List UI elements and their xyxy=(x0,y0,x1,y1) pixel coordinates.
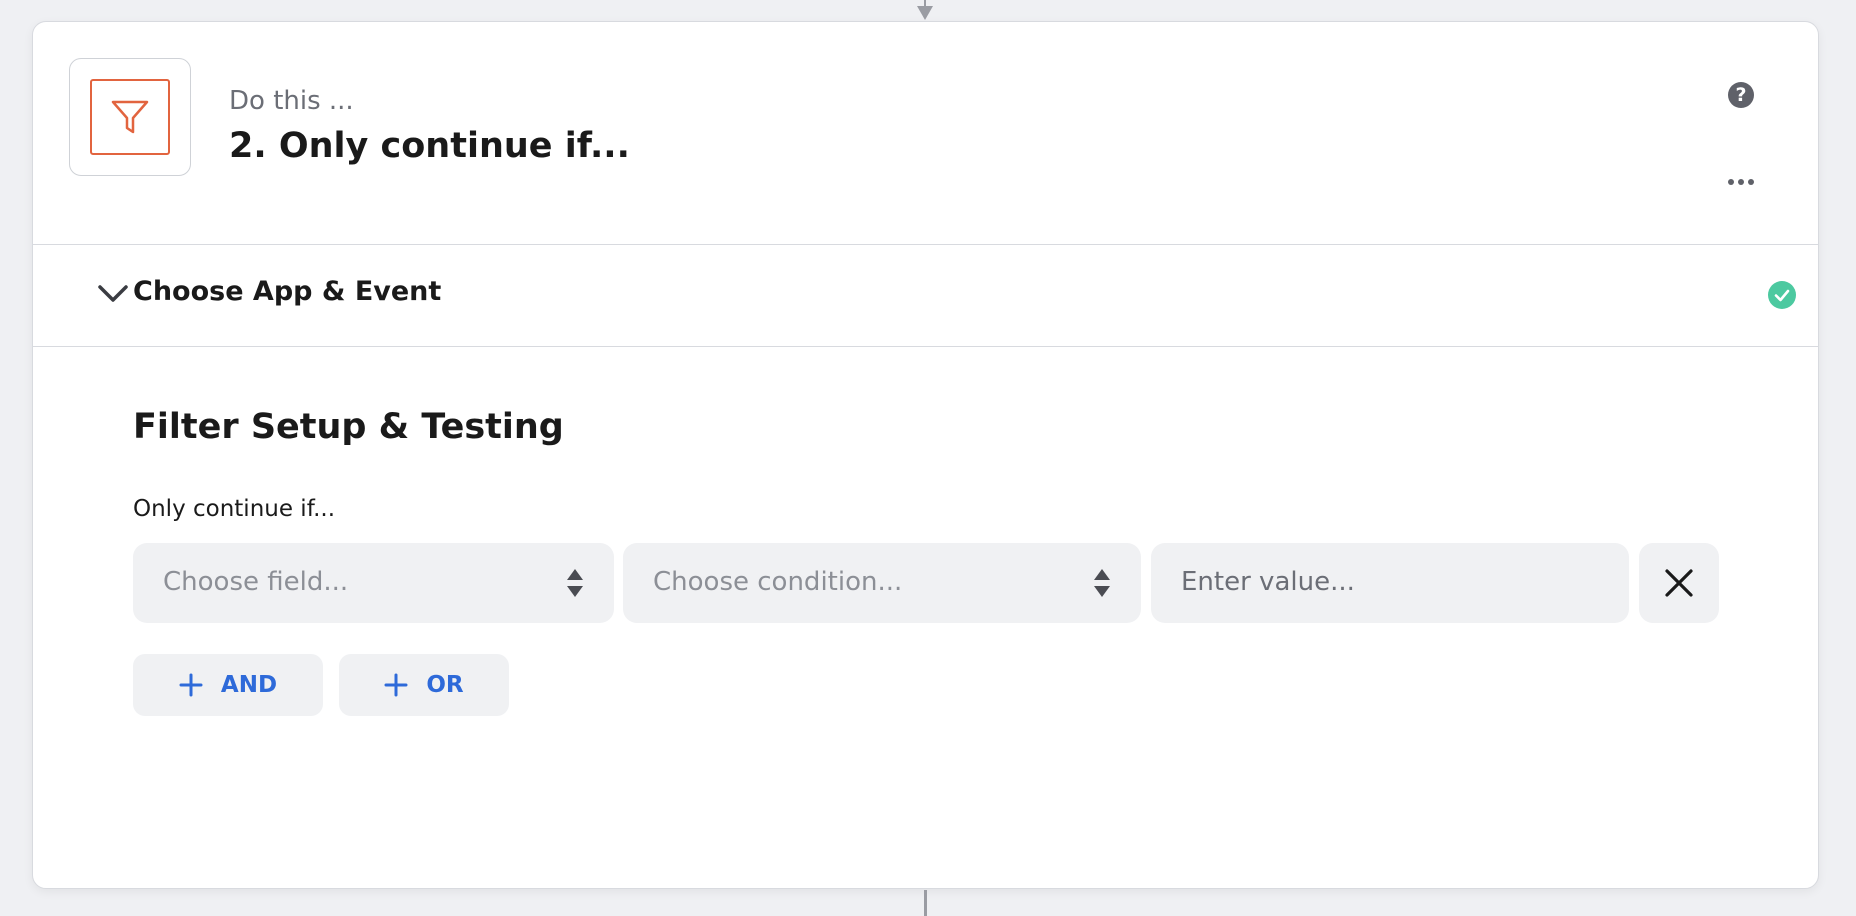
condition-label: Only continue if... xyxy=(133,496,336,522)
choose-condition-select[interactable]: Choose condition... xyxy=(623,543,1141,623)
help-glyph: ? xyxy=(1735,84,1747,106)
add-and-button[interactable]: AND xyxy=(133,654,323,716)
connector-arrow-icon xyxy=(917,6,933,20)
add-or-label: OR xyxy=(426,672,464,698)
plus-icon xyxy=(384,673,408,697)
section-label: Choose App & Event xyxy=(133,276,442,307)
enter-value-placeholder: Enter value... xyxy=(1181,567,1355,597)
close-icon xyxy=(1665,569,1693,597)
choose-condition-placeholder: Choose condition... xyxy=(653,567,903,597)
up-down-stepper-icon xyxy=(1094,569,1110,597)
up-down-stepper-icon xyxy=(567,569,583,597)
help-icon[interactable]: ? xyxy=(1728,82,1754,108)
filter-funnel-icon xyxy=(90,79,170,155)
filter-setup-title: Filter Setup & Testing xyxy=(133,407,564,447)
app-tile[interactable] xyxy=(69,58,191,176)
chevron-down-icon xyxy=(98,285,128,302)
enter-value-input[interactable]: Enter value... xyxy=(1151,543,1629,623)
add-or-button[interactable]: OR xyxy=(339,654,509,716)
choose-field-select[interactable]: Choose field... xyxy=(133,543,614,623)
plus-icon xyxy=(179,673,203,697)
check-circle-icon xyxy=(1768,281,1796,309)
step-subtitle: Do this ... xyxy=(229,86,354,116)
connector-line-bottom xyxy=(924,890,927,916)
choose-field-placeholder: Choose field... xyxy=(163,567,349,597)
step-card: Do this ... 2. Only continue if... ? Cho… xyxy=(32,21,1819,889)
add-and-label: AND xyxy=(220,672,278,698)
remove-condition-button[interactable] xyxy=(1639,543,1719,623)
step-title: 2. Only continue if... xyxy=(229,126,630,166)
step-header: Do this ... 2. Only continue if... ? xyxy=(33,22,1818,245)
more-options-icon[interactable] xyxy=(1723,170,1759,194)
section-choose-app-event[interactable]: Choose App & Event xyxy=(33,244,1818,347)
